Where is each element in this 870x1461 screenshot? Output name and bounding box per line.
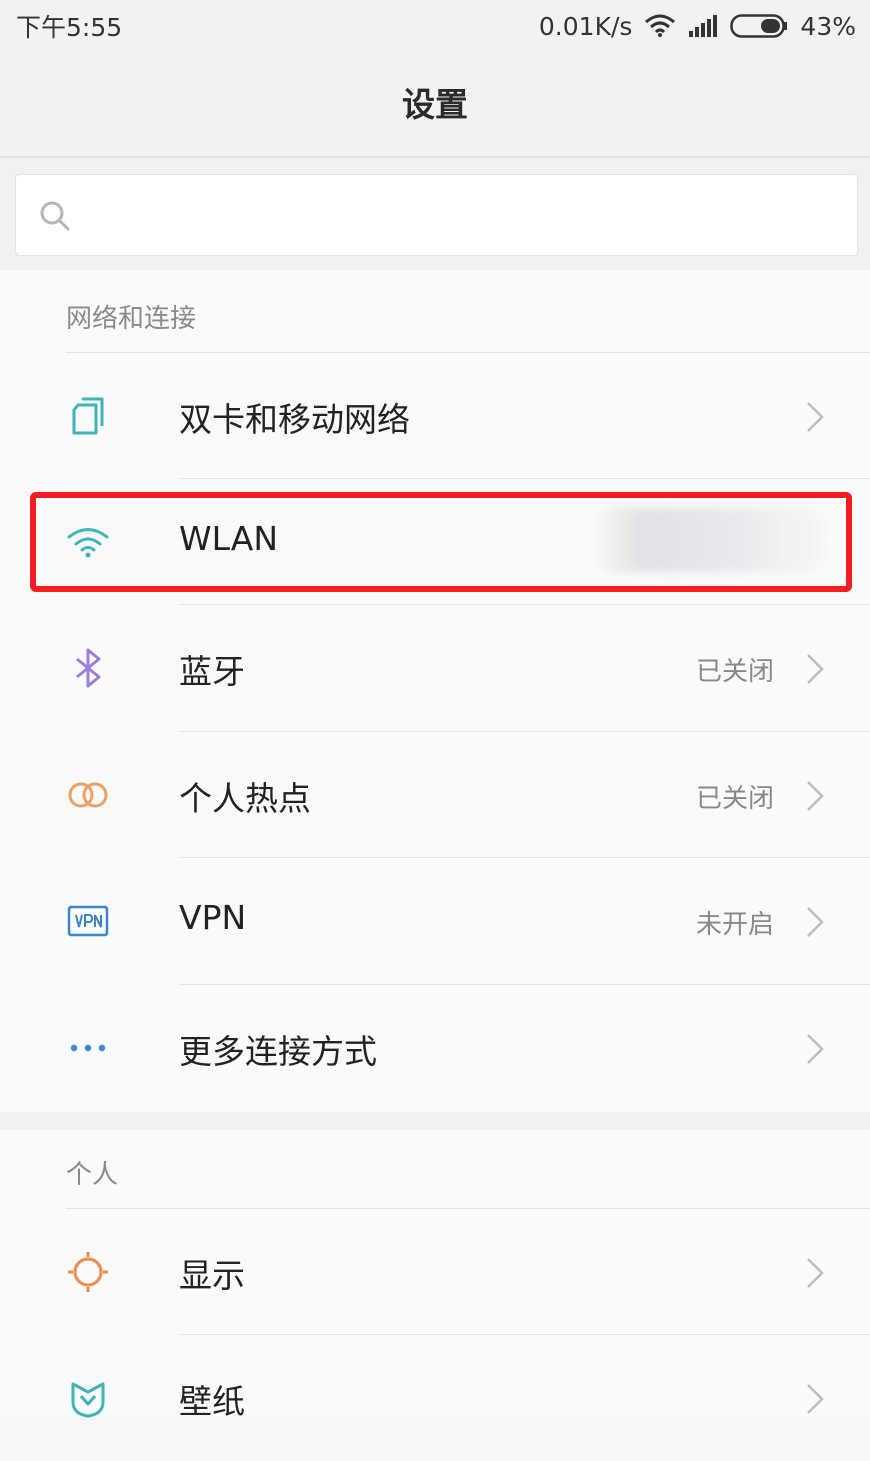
- section-gap: [0, 1112, 870, 1130]
- settings-item-value: 已关闭: [695, 657, 774, 687]
- settings-item-label: 壁纸: [179, 1382, 245, 1421]
- settings-item-display[interactable]: 显示: [0, 1209, 870, 1335]
- chevron-right-icon: [806, 653, 824, 689]
- settings-item-label: 双卡和移动网络: [179, 400, 410, 439]
- wifi-icon: [644, 14, 676, 38]
- settings-item-label: 更多连接方式: [179, 1032, 377, 1071]
- section-title-network: 网络和连接: [66, 304, 197, 334]
- settings-item-value: 已关闭: [695, 784, 774, 814]
- search-icon: [38, 199, 72, 237]
- status-time: 下午5:55: [16, 13, 123, 42]
- settings-list: 网络和连接 双卡和移动网络 WLAN 蓝牙 已关闭 个人热点 已关闭 VPN 未…: [0, 270, 870, 1421]
- settings-item-vpn[interactable]: VPN 未开启: [0, 858, 870, 984]
- status-indicators: 0.01K/s 43%: [539, 8, 856, 44]
- signal-icon: [688, 15, 718, 37]
- settings-item-value: 未开启: [695, 910, 774, 940]
- display-icon: [66, 1252, 110, 1292]
- settings-item-label: 个人热点: [179, 779, 311, 818]
- chevron-right-icon: [806, 906, 824, 942]
- highlight-box: [30, 492, 852, 592]
- chevron-right-icon: [806, 1033, 824, 1069]
- chevron-right-icon: [806, 401, 824, 437]
- search-area: [0, 158, 870, 270]
- status-bar: 下午5:55 0.01K/s 43%: [0, 0, 870, 52]
- settings-item-label: VPN: [179, 898, 247, 937]
- section-title-personal: 个人: [66, 1160, 119, 1190]
- chevron-right-icon: [806, 1257, 824, 1293]
- app-header: 设置: [0, 52, 870, 156]
- sim-card-icon: [66, 396, 110, 436]
- network-speed: 0.01K/s: [538, 11, 633, 41]
- battery-icon: [730, 14, 788, 38]
- settings-item-hotspot[interactable]: 个人热点 已关闭: [0, 732, 870, 858]
- bluetooth-icon: [66, 648, 110, 688]
- more-icon: [66, 1028, 110, 1068]
- settings-item-label: 显示: [179, 1256, 245, 1295]
- page-title: 设置: [402, 85, 468, 124]
- chevron-right-icon: [806, 780, 824, 816]
- battery-percent: 43%: [800, 11, 856, 41]
- settings-item-label: 蓝牙: [179, 652, 245, 691]
- chevron-right-icon: [806, 1383, 824, 1419]
- settings-item-dual-sim[interactable]: 双卡和移动网络: [0, 353, 870, 479]
- settings-item-more-connections[interactable]: 更多连接方式: [0, 985, 870, 1111]
- settings-item-wallpaper[interactable]: 壁纸: [0, 1335, 870, 1461]
- hotspot-icon: [66, 775, 110, 815]
- wallpaper-icon: [66, 1378, 110, 1418]
- vpn-icon: [66, 901, 110, 941]
- search-input[interactable]: [15, 174, 858, 256]
- settings-item-bluetooth[interactable]: 蓝牙 已关闭: [0, 605, 870, 731]
